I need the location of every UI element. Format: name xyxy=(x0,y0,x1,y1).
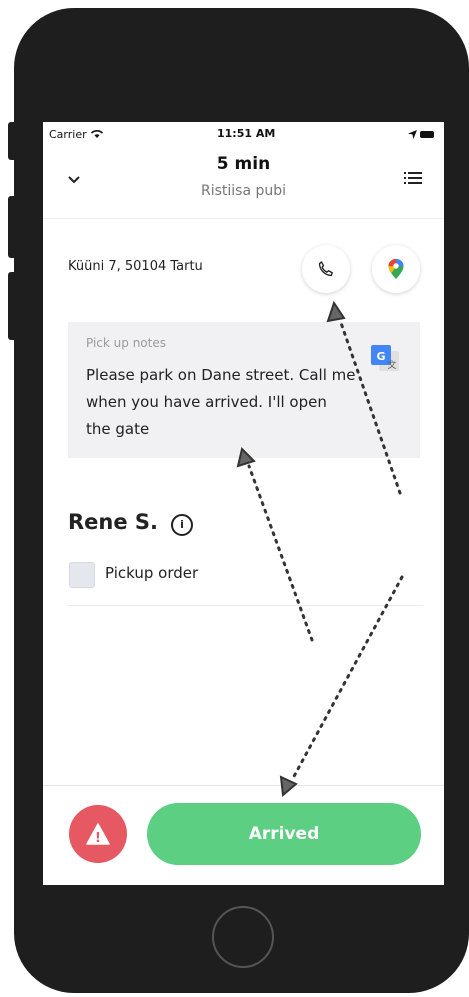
arrow-line-1 xyxy=(338,318,402,495)
arrow-line-3 xyxy=(290,575,404,782)
arrowhead-3 xyxy=(279,775,298,797)
annotation-arrows xyxy=(236,300,404,797)
arrowhead-1 xyxy=(326,300,346,323)
arrowhead-2 xyxy=(236,447,256,468)
arrow-line-2 xyxy=(247,464,314,642)
